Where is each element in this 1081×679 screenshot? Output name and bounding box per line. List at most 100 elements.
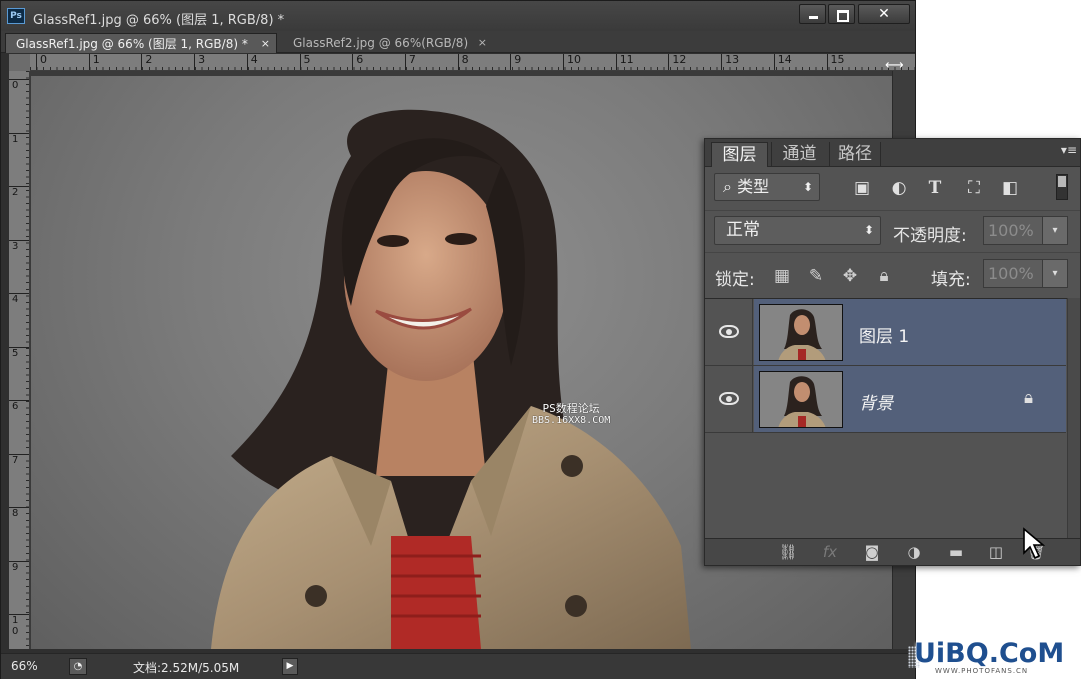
new-group-icon[interactable]: ▬ xyxy=(945,543,967,561)
ruler-tick-label: 5 xyxy=(299,54,311,70)
ruler-tick-label: 14 xyxy=(773,54,792,70)
opacity-dropdown-icon[interactable]: ▾ xyxy=(1042,216,1068,245)
tab-layers[interactable]: 图层 xyxy=(711,142,768,167)
image-filter-icon[interactable]: ▣ xyxy=(851,178,873,198)
vertical-ruler[interactable]: 0 1 2 3 4 5 6 7 8 9 1 0 xyxy=(9,71,30,649)
panel-menu-icon[interactable]: ▾≡ xyxy=(1061,144,1077,156)
tab-label: GlassRef1.jpg @ 66% (图层 1, RGB/8) * xyxy=(16,37,248,51)
layer-body[interactable]: 背景 🔒︎ xyxy=(754,366,1066,432)
ruler-tick-label: 12 xyxy=(668,54,686,70)
title-bar[interactable]: Ps GlassRef1.jpg @ 66% (图层 1, RGB/8) * ✕ xyxy=(1,1,915,31)
visibility-toggle[interactable] xyxy=(705,299,753,365)
select-arrows-icon: ⬍ xyxy=(863,223,874,237)
blend-mode-value: 正常 xyxy=(726,220,760,240)
add-mask-icon[interactable]: ◙ xyxy=(861,543,883,561)
maximize-button[interactable] xyxy=(828,4,855,24)
lock-position-icon[interactable]: ✥ xyxy=(839,265,861,287)
smart-object-filter-icon[interactable]: ◧ xyxy=(999,178,1021,198)
zoom-level[interactable]: 66% xyxy=(11,659,38,673)
fill-dropdown-icon[interactable]: ▾ xyxy=(1042,259,1068,288)
document-tab-bar: GlassRef1.jpg @ 66% (图层 1, RGB/8) * × Gl… xyxy=(1,31,915,53)
tab-close-icon[interactable]: × xyxy=(478,33,487,53)
close-window-button[interactable]: ✕ xyxy=(858,4,910,24)
ruler-tick-label: 1 xyxy=(88,54,100,70)
tab-label: GlassRef2.jpg @ 66%(RGB/8) xyxy=(293,36,469,50)
layer-name[interactable]: 背景 xyxy=(859,389,893,414)
ruler-tick-label: 6 xyxy=(9,400,29,412)
layers-panel: 图层 通道 路径 ▾≡ ⌕ 类型 ⬍ ▣ ◐ T ⛶ ◧ 正常 ⬍ 不透明度: … xyxy=(704,138,1081,566)
blend-row: 正常 ⬍ 不透明度: 100% ▾ xyxy=(705,210,1080,250)
lock-label: 锁定: xyxy=(715,270,755,290)
ruler-origin[interactable] xyxy=(9,54,30,71)
tab-close-icon[interactable]: × xyxy=(261,34,270,54)
canvas-watermark: PS数程论坛 BBS.16XX8.COM xyxy=(532,403,610,427)
layer-thumbnail xyxy=(759,304,843,361)
layer-body[interactable]: 图层 1 xyxy=(754,299,1066,365)
ruler-tick-label: 1 xyxy=(9,132,29,145)
ruler-tick-label: 8 xyxy=(9,507,29,519)
watermark-url: WWW.PHOTOFANS.CN xyxy=(935,667,1029,675)
eye-icon xyxy=(719,392,739,405)
ruler-tick-label: 1 0 xyxy=(9,614,29,637)
blend-mode-select[interactable]: 正常 ⬍ xyxy=(714,216,881,245)
minimize-icon xyxy=(800,5,825,23)
opacity-label: 不透明度: xyxy=(893,226,967,246)
ruler-tick-label: 0 xyxy=(9,79,29,91)
lock-image-pixels-icon[interactable]: ✎ xyxy=(805,265,827,287)
layers-scrollbar[interactable] xyxy=(1067,298,1080,538)
mouse-cursor-icon xyxy=(1023,527,1046,560)
filter-toggle-switch[interactable] xyxy=(1056,174,1068,200)
layers-list: 图层 1 背景 🔒︎ xyxy=(705,298,1080,538)
layer-row[interactable]: 图层 1 xyxy=(705,299,1066,366)
link-layers-icon[interactable]: ⛓ xyxy=(777,543,799,561)
status-menu-arrow-icon[interactable]: ▶ xyxy=(282,658,298,675)
document-size-info: 文档:2.52M/5.05M xyxy=(133,661,240,675)
ruler-tick-label: 8 xyxy=(457,54,469,70)
lock-all-icon[interactable]: 🔒︎ xyxy=(873,265,895,287)
type-filter-icon[interactable]: T xyxy=(924,178,946,198)
fill-input[interactable]: 100% xyxy=(983,259,1043,288)
layer-lock-icon: 🔒︎ xyxy=(1024,388,1034,408)
ruler-tick-label: 9 xyxy=(9,560,29,573)
opacity-input[interactable]: 100% xyxy=(983,216,1043,245)
lock-row: 锁定: ▦ ✎ ✥ 🔒︎ 填充: 100% ▾ xyxy=(705,252,1080,296)
ruler-tick-label: 5 xyxy=(9,346,29,359)
ruler-tick-label: 0 xyxy=(36,54,47,70)
lock-transparent-pixels-icon[interactable]: ▦ xyxy=(771,265,793,287)
ruler-tick-label: 9 xyxy=(510,54,521,70)
window-title: GlassRef1.jpg @ 66% (图层 1, RGB/8) * xyxy=(33,13,285,28)
photoshop-screen: Ps GlassRef1.jpg @ 66% (图层 1, RGB/8) * ✕… xyxy=(0,0,1081,679)
watermark-logo-text: UiBQ.CoM xyxy=(914,638,1065,669)
fill-label: 填充: xyxy=(931,270,971,290)
ruler-tick-label: 3 xyxy=(194,54,205,70)
layer-filter-row: ⌕ 类型 ⬍ ▣ ◐ T ⛶ ◧ xyxy=(705,169,1080,209)
ruler-tick-label: 11 xyxy=(615,54,634,70)
layer-row[interactable]: 背景 🔒︎ xyxy=(705,366,1066,433)
resize-arrow-icon: ⟷ xyxy=(885,58,904,73)
ruler-tick-label: 4 xyxy=(246,54,258,70)
fx-icon[interactable]: fx xyxy=(819,543,841,561)
layer-thumbnail xyxy=(759,371,843,428)
status-bar: 66% ◔ 文档:2.52M/5.05M ▶ xyxy=(1,653,915,679)
ruler-tick-label: 4 xyxy=(9,293,29,305)
tab-glassref2[interactable]: GlassRef2.jpg @ 66%(RGB/8) × xyxy=(283,33,493,53)
tab-channels[interactable]: 通道 xyxy=(771,142,827,167)
photoshop-app-icon: Ps xyxy=(7,8,25,24)
panel-tab-bar: 图层 通道 路径 ▾≡ xyxy=(705,139,1080,167)
visibility-toggle[interactable] xyxy=(705,366,753,432)
minimize-button[interactable] xyxy=(799,4,826,24)
ruler-tick-label: 13 xyxy=(721,54,739,70)
shape-filter-icon[interactable]: ⛶ xyxy=(963,178,985,198)
adjustment-filter-icon[interactable]: ◐ xyxy=(888,178,910,198)
tab-paths[interactable]: 路径 xyxy=(829,142,881,167)
search-icon: ⌕ xyxy=(723,177,732,196)
proof-setup-icon[interactable]: ◔ xyxy=(69,658,87,675)
layer-name[interactable]: 图层 1 xyxy=(859,322,909,347)
tab-glassref1[interactable]: GlassRef1.jpg @ 66% (图层 1, RGB/8) * × xyxy=(5,33,277,53)
eye-icon xyxy=(719,325,739,338)
horizontal-ruler[interactable]: 0 1 2 3 4 5 6 7 8 9 10 11 12 13 14 15 xyxy=(30,54,915,71)
site-watermark: UiBQ.CoM WWW.PHOTOFANS.CN xyxy=(908,638,1081,679)
new-layer-icon[interactable]: ◫ xyxy=(985,543,1007,561)
filter-kind-select[interactable]: ⌕ 类型 ⬍ xyxy=(714,173,820,201)
new-adjustment-icon[interactable]: ◑ xyxy=(903,543,925,561)
